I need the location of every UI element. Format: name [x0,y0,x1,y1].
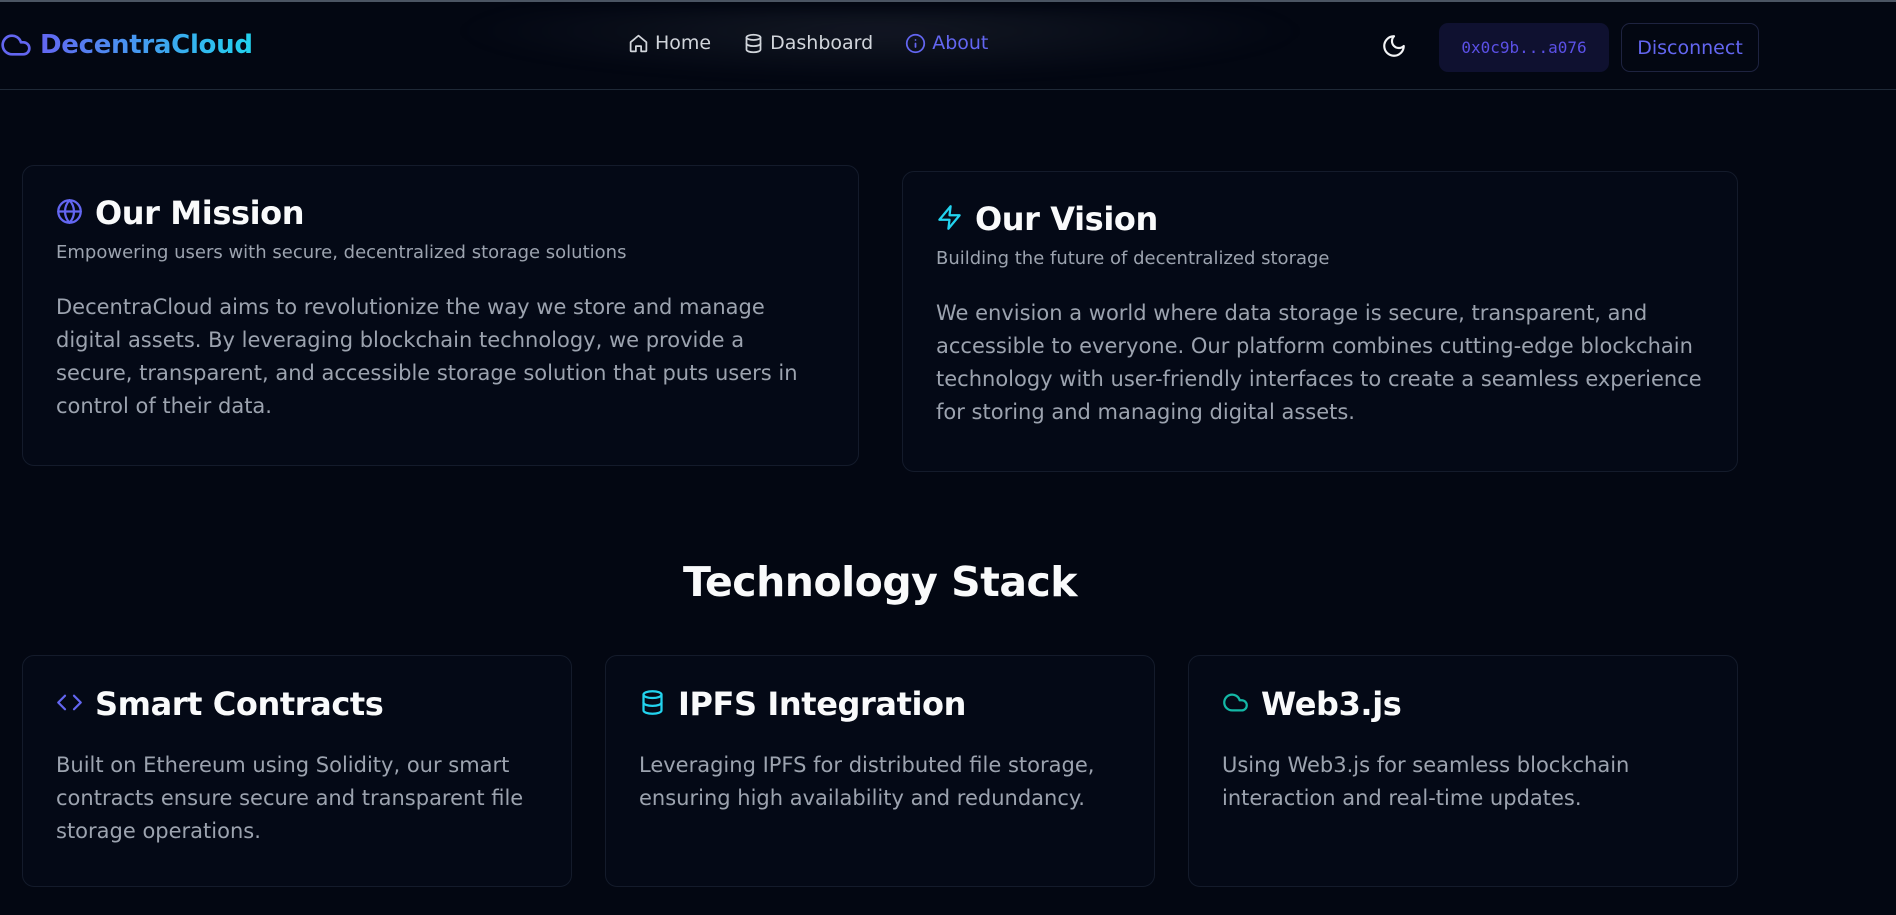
brand-name: DecentraCloud [40,30,253,60]
vision-title: Our Vision [975,200,1158,238]
mission-title: Our Mission [95,194,305,232]
tech-body: Using Web3.js for seamless blockchain in… [1222,753,1630,810]
navbar: DecentraCloud Home Dashboard About 0x0c9… [0,2,1896,90]
tech-title: Smart Contracts [95,685,384,723]
theme-toggle-button[interactable] [1378,32,1410,64]
nav-dashboard[interactable]: Dashboard [743,32,873,54]
disconnect-button[interactable]: Disconnect [1621,23,1759,72]
tech-card-ipfs: IPFS Integration Leveraging IPFS for dis… [605,655,1155,887]
cloud-icon [1222,689,1249,720]
database-icon [743,33,764,54]
info-icon [905,33,926,54]
main-nav: Home Dashboard About [628,32,988,54]
nav-about-label: About [932,32,989,54]
nav-dashboard-label: Dashboard [770,32,874,54]
vision-card: Our Vision Building the future of decent… [902,171,1738,472]
brand-logo[interactable]: DecentraCloud [0,29,253,61]
tech-stack-heading: Technology Stack [682,558,1078,606]
tech-title: Web3.js [1261,685,1402,723]
vision-body: We envision a world where data storage i… [936,301,1702,424]
moon-icon [1381,33,1407,63]
code-icon [56,689,83,720]
cloud-icon [0,29,32,61]
tech-title: IPFS Integration [678,685,967,723]
vision-subtitle: Building the future of decentralized sto… [936,248,1330,269]
mission-card: Our Mission Empowering users with secure… [22,165,859,466]
mission-subtitle: Empowering users with secure, decentrali… [56,242,627,263]
tech-body: Built on Ethereum using Solidity, our sm… [56,753,524,843]
wallet-address-badge[interactable]: 0x0c9b...a076 [1439,23,1609,72]
home-icon [628,33,649,54]
nav-home-label: Home [655,32,712,54]
tech-body: Leveraging IPFS for distributed file sto… [639,753,1095,810]
globe-icon [56,198,83,229]
tech-card-smart-contracts: Smart Contracts Built on Ethereum using … [22,655,572,887]
tech-card-web3js: Web3.js Using Web3.js for seamless block… [1188,655,1738,887]
nav-about[interactable]: About [905,32,988,54]
mission-body: DecentraCloud aims to revolutionize the … [56,295,798,418]
lightning-icon [936,204,963,235]
database-icon [639,689,666,720]
nav-home[interactable]: Home [628,32,711,54]
